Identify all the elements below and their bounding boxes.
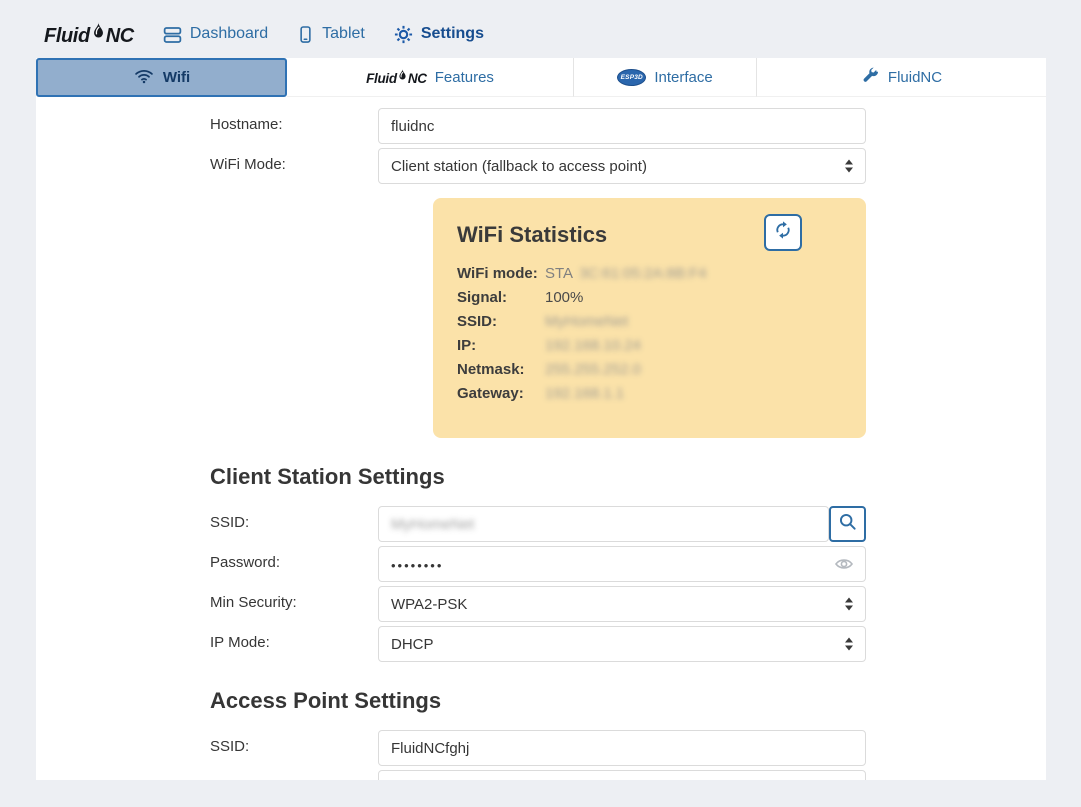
nav-tablet-label: Tablet: [322, 25, 365, 43]
chevron-updown-icon: [845, 638, 853, 651]
tab-interface-label: Interface: [654, 69, 712, 86]
wrench-icon: [861, 66, 880, 89]
tab-fluidnc-label: FluidNC: [888, 69, 942, 86]
client-ssid-label: SSID:: [210, 506, 378, 542]
stat-gateway: Gateway: 192.168.1.1: [457, 382, 842, 406]
ip-mode-label: IP Mode:: [210, 626, 378, 662]
nav-dashboard[interactable]: Dashboard: [162, 24, 268, 45]
wifi-mode-row: WiFi Mode: Client station (fallback to a…: [210, 148, 1046, 184]
stat-ssid-value-redacted: MyHomeNet: [545, 310, 628, 334]
tab-interface[interactable]: ESP3D Interface: [574, 58, 757, 97]
tab-features-label: Features: [435, 69, 494, 86]
wifi-settings-panel: Hostname: WiFi Mode: Client station (fal…: [36, 97, 1046, 780]
wifi-mode-value: Client station (fallback to access point…: [391, 158, 647, 175]
stat-label: Signal:: [457, 286, 545, 310]
search-icon: [837, 511, 858, 537]
wifi-icon: [133, 66, 155, 90]
ip-mode-select[interactable]: DHCP: [378, 626, 866, 662]
hostname-label: Hostname:: [210, 108, 378, 144]
scan-networks-button[interactable]: [829, 506, 866, 542]
wifi-mode-label: WiFi Mode:: [210, 148, 378, 184]
tablet-icon: [296, 24, 315, 45]
ap-ssid-row: SSID:: [210, 730, 1046, 766]
flame-icon: [398, 68, 407, 85]
tab-fluidnc[interactable]: FluidNC: [757, 58, 1046, 97]
nav-settings[interactable]: Settings: [393, 24, 484, 45]
chevron-updown-icon: [845, 160, 853, 173]
stat-signal-value: 100%: [545, 286, 583, 310]
settings-tabs: Wifi Fluid NC Features ESP3: [36, 58, 1046, 97]
app-window: Fluid NC Dashboard: [36, 10, 1046, 780]
wifi-statistics-panel: WiFi Statistics WiFi mode: STA3: [433, 198, 866, 438]
nav-dashboard-label: Dashboard: [190, 25, 268, 43]
client-ssid-row: SSID: MyHomeNet: [210, 506, 1046, 542]
stat-label: IP:: [457, 334, 545, 358]
hostname-input[interactable]: [378, 108, 866, 144]
stat-netmask-value-redacted: 255.255.252.0: [545, 358, 641, 382]
stat-signal: Signal: 100%: [457, 286, 842, 310]
clipped-row: [210, 770, 1046, 780]
access-point-heading: Access Point Settings: [210, 686, 1046, 716]
mini-logo-nc: NC: [408, 71, 427, 86]
tab-wifi-label: Wifi: [163, 69, 190, 86]
client-ssid-value-redacted: MyHomeNet: [391, 516, 474, 533]
gear-icon: [393, 24, 414, 45]
ip-mode-row: IP Mode: DHCP: [210, 626, 1046, 662]
ip-mode-value: DHCP: [391, 636, 434, 653]
stat-label: WiFi mode:: [457, 262, 545, 286]
flame-icon: [92, 21, 105, 47]
esp3d-icon: ESP3D: [617, 69, 646, 86]
eye-icon[interactable]: [834, 554, 854, 579]
stat-label: Netmask:: [457, 358, 545, 382]
client-ssid-input[interactable]: MyHomeNet: [378, 506, 829, 542]
ap-ssid-input[interactable]: [378, 730, 866, 766]
clipped-input[interactable]: [378, 770, 866, 780]
top-navbar: Fluid NC Dashboard: [36, 10, 1046, 58]
esp3d-icon-label: ESP3D: [621, 74, 643, 81]
password-label: Password:: [210, 546, 378, 582]
mini-logo-fluid: Fluid: [366, 71, 397, 86]
stat-mode-value-redacted: 3C:61:05:2A:8B:F4: [579, 265, 707, 282]
stat-netmask: Netmask: 255.255.252.0: [457, 358, 842, 382]
stat-ssid: SSID: MyHomeNet: [457, 310, 842, 334]
settings-card: Wifi Fluid NC Features ESP3: [36, 58, 1046, 780]
min-security-row: Min Security: WPA2-PSK: [210, 586, 1046, 622]
dashboard-icon: [162, 24, 183, 45]
tab-features[interactable]: Fluid NC Features: [287, 58, 574, 97]
logo-text-nc: NC: [106, 25, 134, 48]
chevron-updown-icon: [845, 598, 853, 611]
min-security-select[interactable]: WPA2-PSK: [378, 586, 866, 622]
password-row: Password: ••••••••: [210, 546, 1046, 582]
refresh-icon: [772, 219, 794, 246]
fluidnc-logo: Fluid NC: [44, 21, 134, 48]
logo-text-fluid: Fluid: [44, 25, 90, 48]
min-security-value: WPA2-PSK: [391, 596, 467, 613]
stat-mode-prefix: STA: [545, 265, 573, 282]
stat-label: SSID:: [457, 310, 545, 334]
stat-gateway-value-redacted: 192.168.1.1: [545, 382, 624, 406]
wifi-mode-select[interactable]: Client station (fallback to access point…: [378, 148, 866, 184]
stat-ip-value-redacted: 192.168.10.24: [545, 334, 641, 358]
tab-wifi[interactable]: Wifi: [36, 58, 287, 97]
password-input[interactable]: ••••••••: [378, 546, 866, 582]
hostname-row: Hostname:: [210, 108, 1046, 144]
fluidnc-mini-logo: Fluid NC: [366, 68, 427, 86]
nav-settings-label: Settings: [421, 25, 484, 43]
nav-tablet[interactable]: Tablet: [296, 24, 365, 45]
min-security-label: Min Security:: [210, 586, 378, 622]
password-value: ••••••••: [391, 556, 443, 573]
client-station-heading: Client Station Settings: [210, 462, 1046, 492]
stat-wifi-mode: WiFi mode: STA 3C:61:05:2A:8B:F4: [457, 262, 842, 286]
stat-ip: IP: 192.168.10.24: [457, 334, 842, 358]
ap-ssid-label: SSID:: [210, 730, 378, 766]
stat-label: Gateway:: [457, 382, 545, 406]
refresh-button[interactable]: [764, 214, 802, 251]
